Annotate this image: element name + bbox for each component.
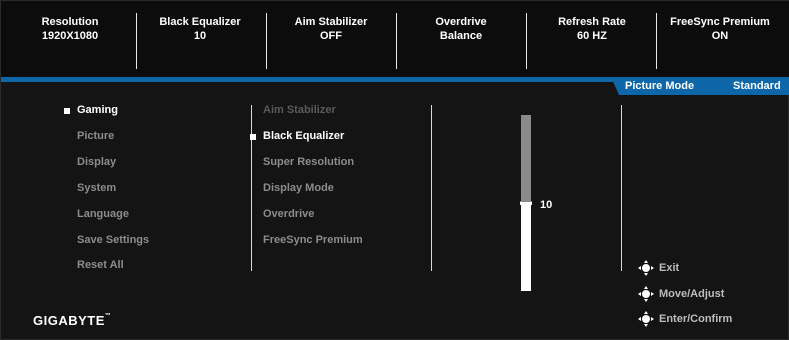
brand-logo: GIGABYTE™ — [33, 313, 111, 328]
joystick-icon — [638, 311, 654, 327]
square-bullet-icon — [250, 134, 256, 140]
picture-mode-value: Standard — [733, 80, 781, 92]
slider-fill — [521, 203, 531, 291]
status-freesync: FreeSync Premium ON — [655, 15, 785, 43]
help-move-adjust: Move/Adjust — [637, 285, 724, 303]
menu-item-save-settings[interactable]: Save Settings — [77, 233, 149, 247]
column-divider — [431, 105, 432, 271]
picture-mode-label: Picture Mode — [625, 80, 695, 92]
joystick-icon — [638, 286, 654, 302]
help-enter-confirm: Enter/Confirm — [637, 310, 732, 328]
joystick-icon — [638, 260, 654, 276]
help-label: Enter/Confirm — [659, 313, 733, 325]
column-divider — [251, 105, 252, 271]
help-label: Move/Adjust — [659, 288, 725, 300]
status-value: 60 HZ — [577, 30, 607, 42]
submenu-item-overdrive[interactable]: Overdrive — [263, 207, 314, 221]
slider-value: 10 — [540, 199, 553, 211]
help-exit: Exit — [637, 259, 679, 277]
menu-item-language[interactable]: Language — [77, 207, 129, 221]
submenu-item-freesync-premium[interactable]: FreeSync Premium — [263, 233, 363, 247]
status-overdrive: Overdrive Balance — [396, 15, 526, 43]
menu-item-picture[interactable]: Picture — [77, 129, 114, 143]
status-label: Overdrive — [435, 16, 487, 28]
submenu-item-display-mode[interactable]: Display Mode — [263, 181, 334, 195]
status-label: FreeSync Premium — [670, 16, 770, 28]
status-black-equalizer: Black Equalizer 10 — [135, 15, 265, 43]
status-resolution: Resolution 1920X1080 — [5, 15, 135, 43]
status-label: Refresh Rate — [558, 16, 626, 28]
status-value: Balance — [439, 30, 483, 42]
black-equalizer-slider[interactable] — [520, 115, 532, 291]
status-value: 1920X1080 — [41, 30, 99, 42]
menu-item-gaming[interactable]: Gaming — [77, 103, 118, 117]
status-refresh-rate: Refresh Rate 60 HZ — [527, 15, 657, 43]
help-label: Exit — [659, 262, 680, 274]
status-value: 10 — [193, 30, 207, 42]
submenu-item-black-equalizer[interactable]: Black Equalizer — [263, 129, 344, 143]
brand-name: GIGABYTE — [33, 313, 105, 328]
status-label: Aim Stabilizer — [294, 16, 368, 28]
status-bar: Resolution 1920X1080 Black Equalizer 10 … — [1, 1, 789, 77]
status-label: Resolution — [41, 16, 99, 28]
status-aim-stabilizer: Aim Stabilizer OFF — [266, 15, 396, 43]
square-bullet-icon — [64, 108, 70, 114]
submenu-item-aim-stabilizer[interactable]: Aim Stabilizer — [263, 103, 336, 117]
column-divider — [621, 105, 622, 271]
osd-menu: Resolution 1920X1080 Black Equalizer 10 … — [0, 0, 789, 340]
menu-item-reset-all[interactable]: Reset All — [77, 258, 124, 272]
submenu-item-super-resolution[interactable]: Super Resolution — [263, 155, 354, 169]
menu-item-display[interactable]: Display — [77, 155, 116, 169]
slider-thumb[interactable] — [520, 201, 532, 205]
status-value: ON — [711, 30, 729, 42]
trademark-mark: ™ — [104, 313, 112, 319]
menu-item-system[interactable]: System — [77, 181, 116, 195]
status-value: OFF — [320, 30, 342, 42]
status-label: Black Equalizer — [159, 16, 241, 28]
